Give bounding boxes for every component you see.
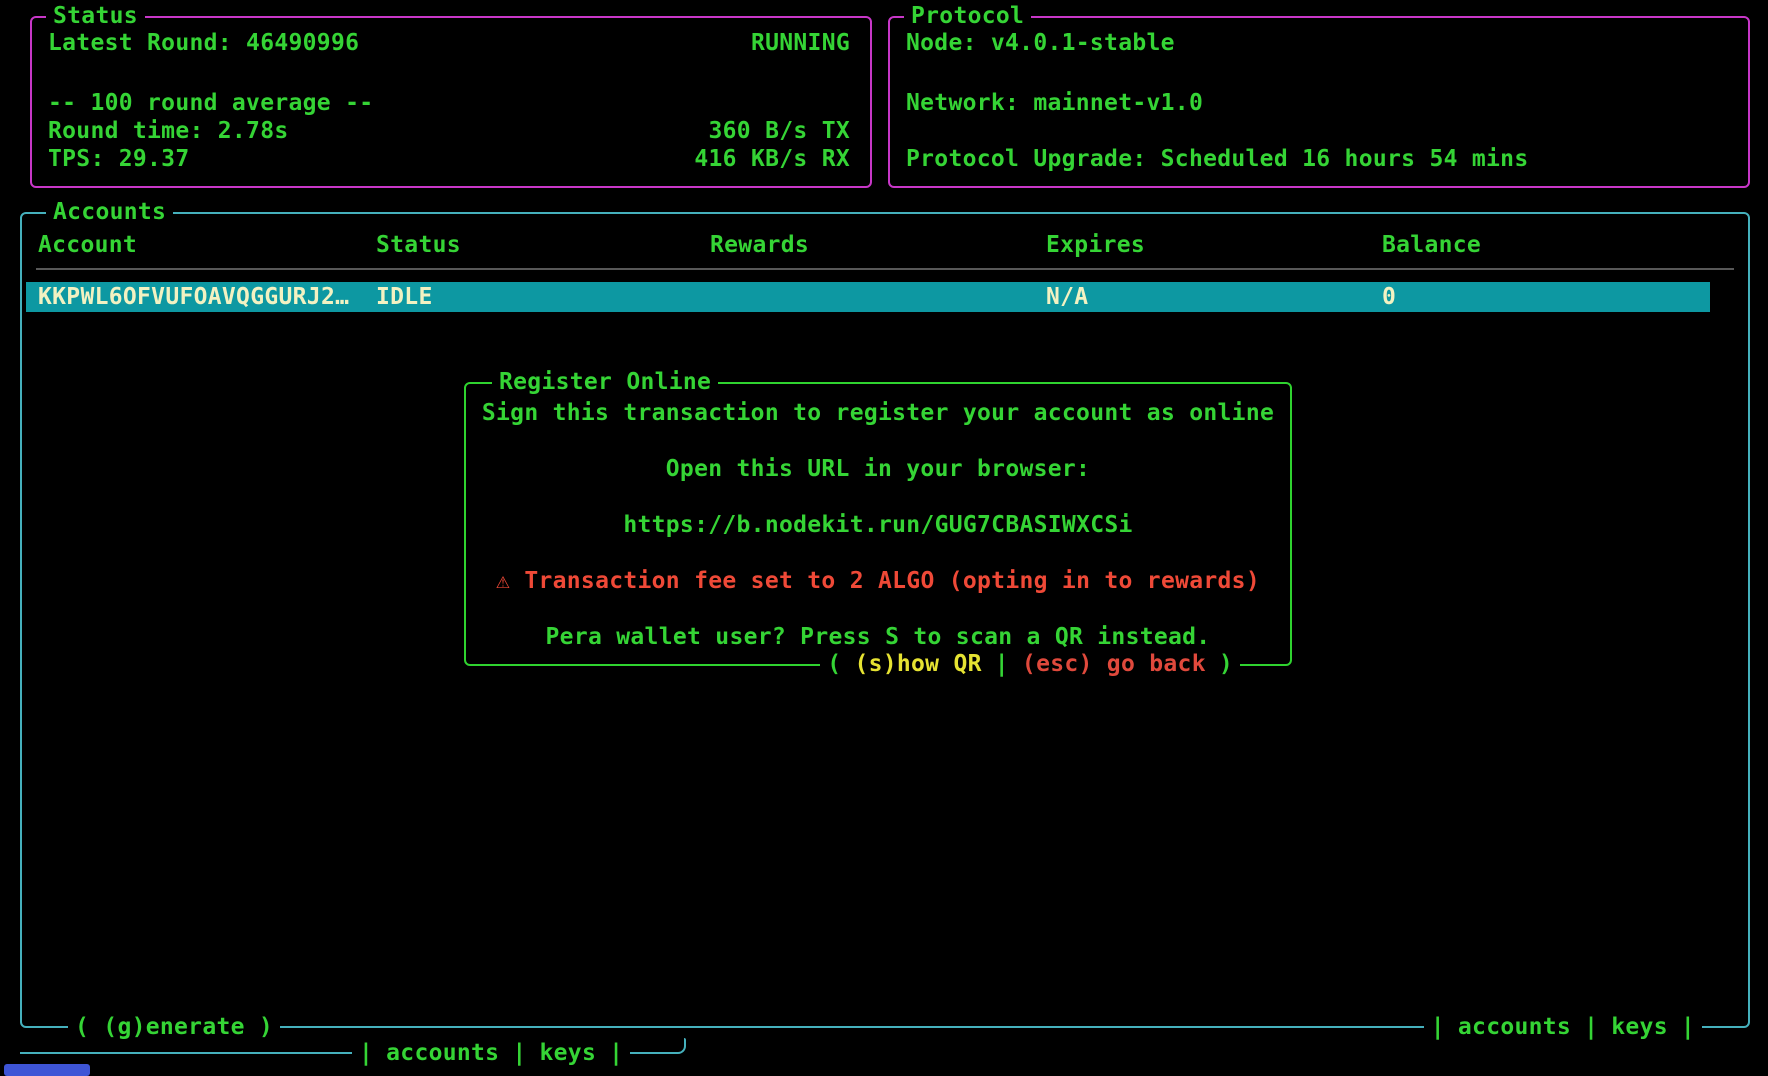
protocol-row-node: Node: v4.0.1-stable	[906, 29, 1728, 57]
status-row-latest: Latest Round: 46490996 RUNNING	[48, 29, 850, 57]
nav-separator: |	[1584, 1014, 1598, 1041]
status-row-avg: -- 100 round average --	[48, 89, 850, 117]
nav-separator: |	[609, 1040, 623, 1067]
table-header-separator	[36, 268, 1734, 270]
node-version-text: Node: v4.0.1-stable	[906, 29, 1175, 57]
register-online-title: Register Online	[492, 369, 718, 396]
column-header-balance: Balance	[1382, 231, 1481, 259]
round-average-header: -- 100 round average --	[48, 89, 373, 117]
account-status-cell: IDLE	[376, 282, 433, 312]
bottom-tab-keys[interactable]: keys	[540, 1040, 597, 1067]
modal-sign-instruction: Sign this transaction to register your a…	[476, 399, 1280, 427]
panel-nav-right: | accounts | keys |	[1424, 1014, 1702, 1041]
tps-text: TPS: 29.37	[48, 145, 189, 173]
tab-accounts[interactable]: accounts	[1458, 1014, 1571, 1041]
nav-separator: |	[512, 1040, 526, 1067]
nav-separator: |	[359, 1040, 373, 1067]
warning-icon: ⚠	[496, 568, 510, 594]
footer-divider: |	[995, 651, 1009, 678]
column-header-rewards: Rewards	[710, 231, 809, 259]
bottom-left-artifact	[4, 1064, 90, 1076]
accounts-panel: Accounts Account Status Rewards Expires …	[20, 212, 1750, 1028]
status-row-tps: TPS: 29.37 416 KB/s RX	[48, 145, 850, 173]
modal-footer-actions: ( (s)how QR | (esc) go back )	[820, 651, 1240, 678]
accounts-panel-title: Accounts	[46, 199, 173, 226]
modal-url-instruction: Open this URL in your browser:	[476, 455, 1280, 483]
nav-separator: |	[1681, 1014, 1695, 1041]
fee-warning-line: ⚠ Transaction fee set to 2 ALGO (opting …	[476, 567, 1280, 595]
protocol-row-upgrade: Protocol Upgrade: Scheduled 16 hours 54 …	[906, 145, 1728, 173]
status-panel: Status Latest Round: 46490996 RUNNING --…	[30, 16, 872, 188]
footer-close-paren: )	[1219, 651, 1233, 678]
register-online-modal: Register Online Sign this transaction to…	[464, 382, 1292, 666]
tab-keys[interactable]: keys	[1611, 1014, 1668, 1041]
show-qr-button[interactable]: (s)how QR	[854, 651, 981, 678]
registration-url: https://b.nodekit.run/GUG7CBASIWXCSi	[476, 511, 1280, 539]
protocol-panel: Protocol Node: v4.0.1-stable Network: ma…	[888, 16, 1750, 188]
column-header-status: Status	[376, 231, 461, 259]
account-address-cell: KKPWL6OFVUFOAVQGGURJ2…	[38, 282, 349, 312]
protocol-row-network: Network: mainnet-v1.0	[906, 89, 1728, 117]
account-row-selected[interactable]: KKPWL6OFVUFOAVQGGURJ2… IDLE N/A 0	[26, 282, 1710, 312]
round-time-text: Round time: 2.78s	[48, 117, 289, 145]
column-header-account: Account	[38, 231, 137, 259]
status-row-roundtime: Round time: 2.78s 360 B/s TX	[48, 117, 850, 145]
account-expires-cell: N/A	[1046, 282, 1088, 312]
go-back-button[interactable]: (esc) go back	[1022, 651, 1206, 678]
bottom-tab-accounts[interactable]: accounts	[386, 1040, 499, 1067]
fee-warning-text: Transaction fee set to 2 ALGO (opting in…	[524, 568, 1260, 594]
protocol-upgrade-text: Protocol Upgrade: Scheduled 16 hours 54 …	[906, 145, 1528, 173]
latest-round-text: Latest Round: 46490996	[48, 29, 359, 57]
tx-rate-text: 360 B/s TX	[709, 117, 850, 145]
status-panel-title: Status	[46, 3, 145, 30]
account-balance-cell: 0	[1382, 282, 1396, 312]
generate-button[interactable]: ( (g)enerate )	[68, 1014, 280, 1041]
network-text: Network: mainnet-v1.0	[906, 89, 1203, 117]
rx-rate-text: 416 KB/s RX	[694, 145, 850, 173]
bottom-tabbar: | accounts | keys |	[352, 1040, 630, 1067]
column-header-expires: Expires	[1046, 231, 1145, 259]
pera-wallet-hint: Pera wallet user? Press S to scan a QR i…	[476, 623, 1280, 651]
terminal-screen: Status Latest Round: 46490996 RUNNING --…	[0, 0, 1768, 1076]
footer-open-paren: (	[827, 651, 841, 678]
protocol-panel-title: Protocol	[904, 3, 1031, 30]
nav-separator: |	[1431, 1014, 1445, 1041]
node-state-badge: RUNNING	[751, 29, 850, 57]
